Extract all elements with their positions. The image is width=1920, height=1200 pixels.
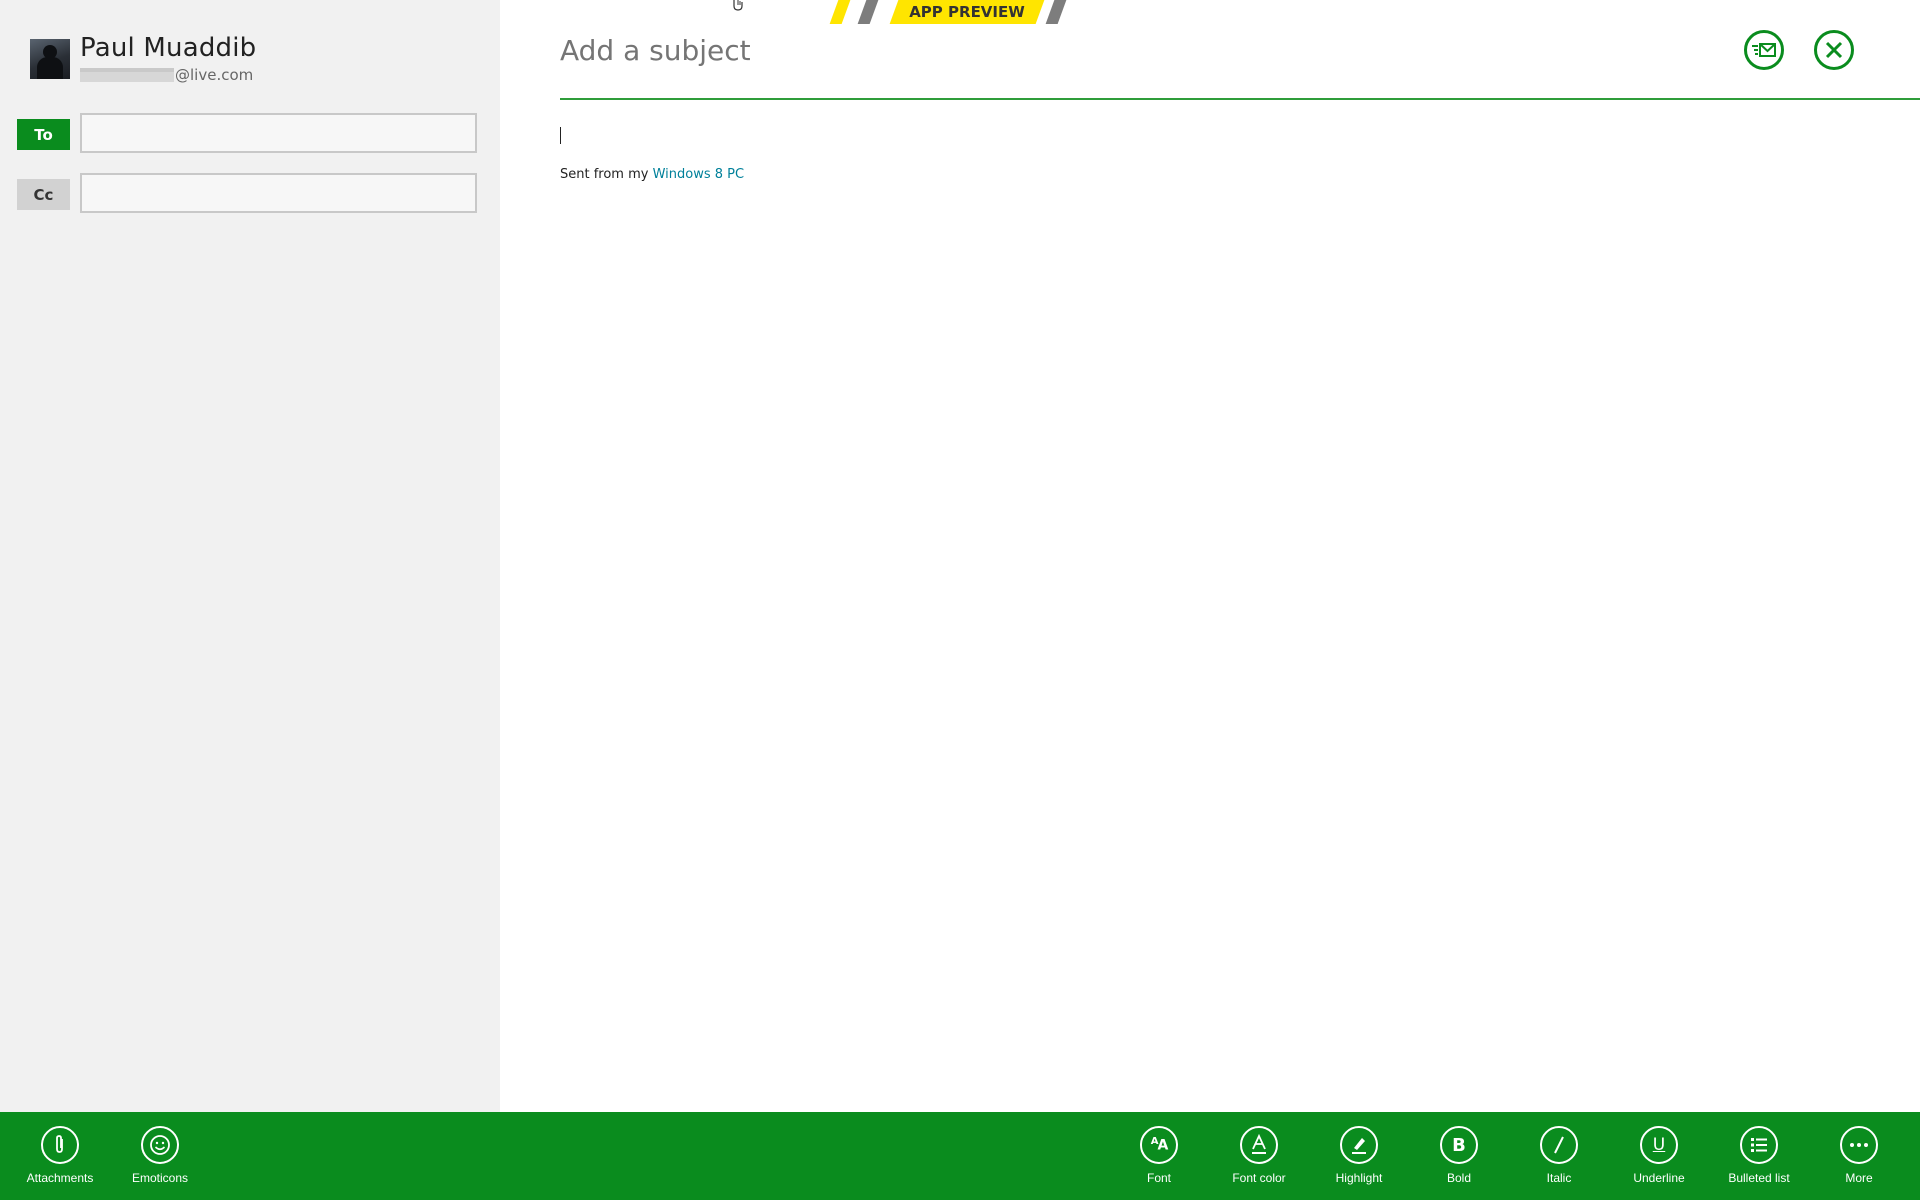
emoticons-button[interactable]: Emoticons (110, 1126, 210, 1192)
avatar (30, 39, 70, 79)
close-icon (1825, 41, 1843, 59)
font-icon: AA (1140, 1126, 1178, 1164)
more-icon (1840, 1126, 1878, 1164)
account-name: Paul Muaddib (80, 33, 257, 63)
bold-button[interactable]: B Bold (1409, 1126, 1509, 1192)
more-button[interactable]: More (1809, 1126, 1909, 1192)
font-color-button[interactable]: Font color (1209, 1126, 1309, 1192)
signature-text: Sent from my (560, 167, 653, 182)
italic-icon (1540, 1126, 1578, 1164)
send-button[interactable] (1744, 30, 1784, 70)
hand-cursor-icon (733, 0, 743, 11)
underline-button[interactable]: U Underline (1609, 1126, 1709, 1192)
font-button[interactable]: AA Font (1109, 1126, 1209, 1192)
italic-button[interactable]: Italic (1509, 1126, 1609, 1192)
message-body[interactable]: Sent from my Windows 8 PC (560, 167, 744, 182)
smiley-icon (141, 1126, 179, 1164)
bulleted-list-icon (1740, 1126, 1778, 1164)
subject-divider (560, 98, 1920, 100)
font-label: Font (1146, 1171, 1171, 1185)
italic-label: Italic (1546, 1171, 1572, 1185)
account-email: @live.com (80, 66, 253, 84)
underline-label: Underline (1633, 1171, 1685, 1185)
app-preview-label: APP PREVIEW (909, 3, 1025, 21)
send-mail-icon (1752, 43, 1776, 57)
attachments-label: Attachments (26, 1171, 94, 1185)
font-color-label: Font color (1232, 1171, 1286, 1185)
signature-link[interactable]: Windows 8 PC (653, 167, 744, 182)
cc-button[interactable]: Cc (17, 179, 70, 210)
highlight-button[interactable]: Highlight (1309, 1126, 1409, 1192)
highlight-icon (1340, 1126, 1378, 1164)
bulleted-list-label: Bulleted list (1728, 1171, 1790, 1185)
underline-icon: U (1640, 1126, 1678, 1164)
font-color-icon (1240, 1126, 1278, 1164)
recipient-pane: Paul Muaddib @live.com To Cc (0, 0, 500, 1112)
discard-button[interactable] (1814, 30, 1854, 70)
bold-label: Bold (1446, 1171, 1472, 1185)
highlight-label: Highlight (1335, 1171, 1383, 1185)
more-label: More (1845, 1171, 1873, 1185)
cc-field[interactable] (80, 173, 477, 213)
redacted-email-prefix (80, 68, 174, 82)
text-caret (560, 127, 561, 144)
emoticons-label: Emoticons (131, 1171, 189, 1185)
paperclip-icon (41, 1126, 79, 1164)
app-preview-banner: APP PREVIEW (820, 0, 1080, 24)
subject-input[interactable] (560, 34, 1660, 67)
app-bar: Attachments Emoticons AA Font Font color (0, 1112, 1920, 1200)
bold-icon: B (1440, 1126, 1478, 1164)
attachments-button[interactable]: Attachments (10, 1126, 110, 1192)
to-button[interactable]: To (17, 119, 70, 150)
bulleted-list-button[interactable]: Bulleted list (1709, 1126, 1809, 1192)
account-email-suffix: @live.com (175, 66, 254, 84)
to-field[interactable] (80, 113, 477, 153)
